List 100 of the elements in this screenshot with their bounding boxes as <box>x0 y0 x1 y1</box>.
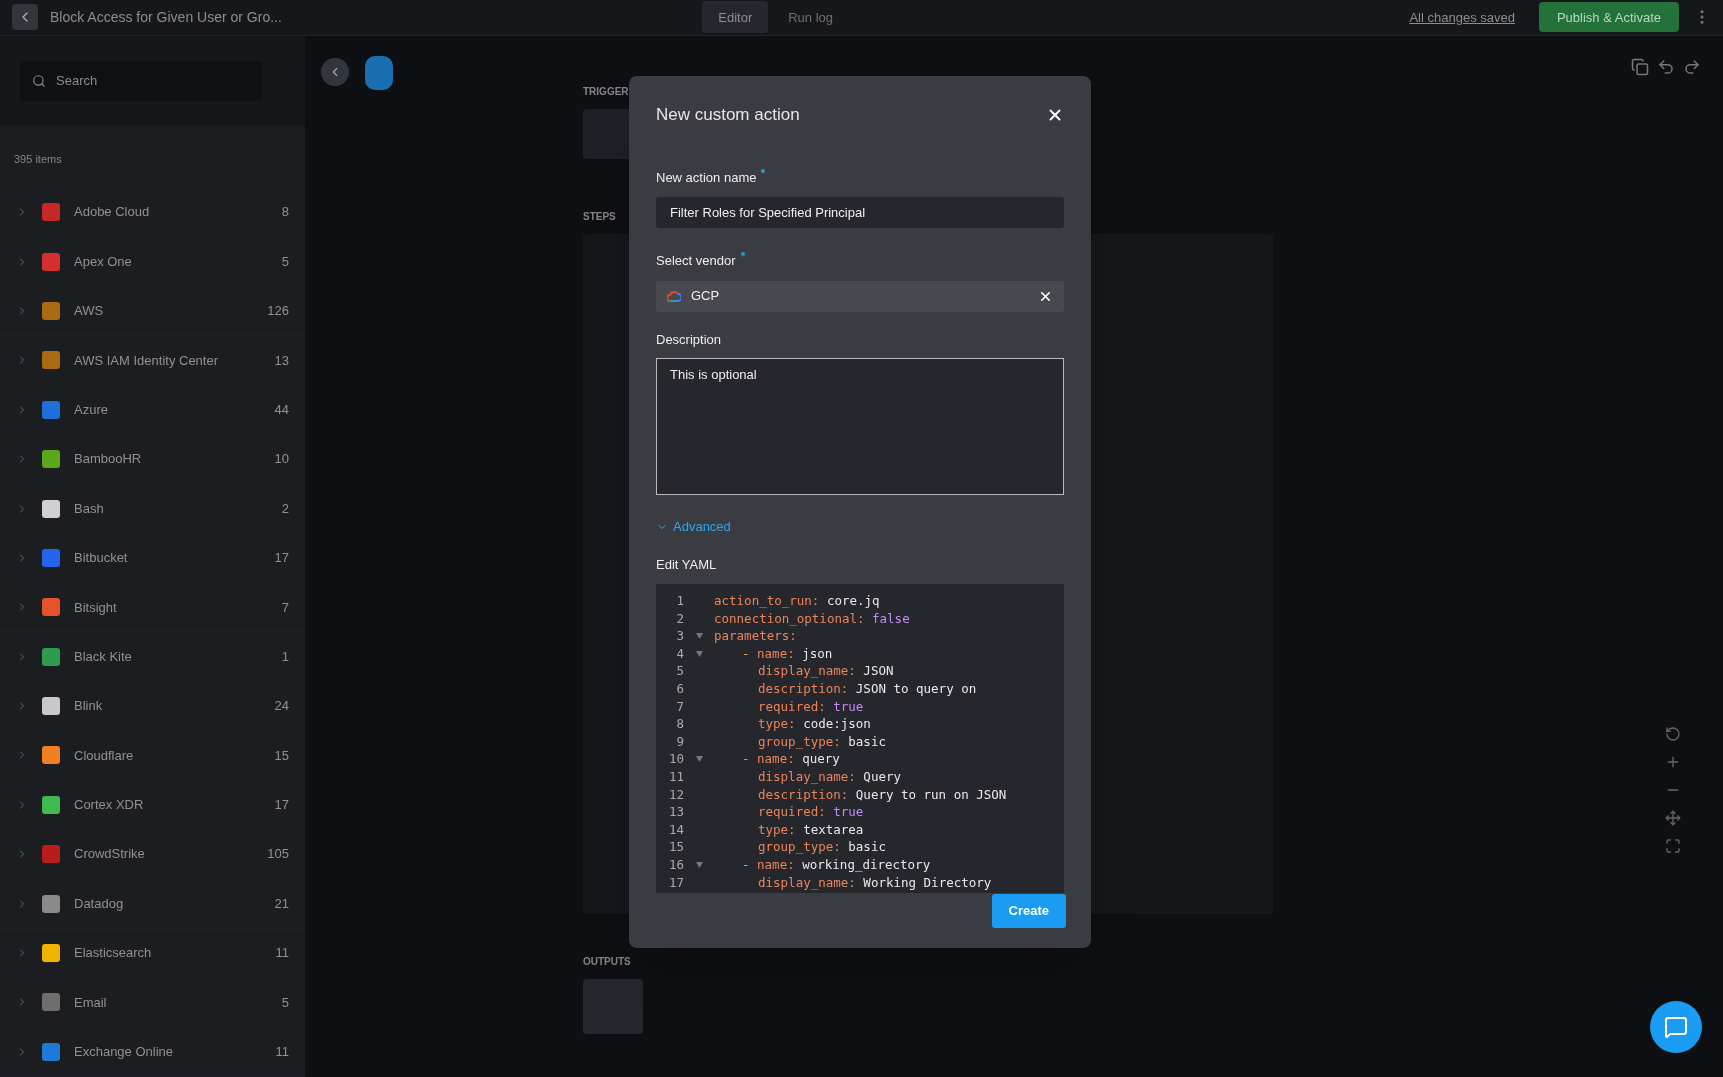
vendor-count: 5 <box>281 993 289 1012</box>
vendor-list-item[interactable]: CrowdStrike 105 <box>0 830 305 880</box>
vendor-name: Exchange Online <box>74 1043 173 1062</box>
publish-button[interactable]: Publish & Activate <box>1538 2 1679 33</box>
vendor-count: 17 <box>274 796 289 815</box>
code-line: display_name: JSON <box>758 662 894 680</box>
vendor-list-item[interactable]: Cortex XDR 17 <box>0 780 305 831</box>
code-line: description: JSON to query on <box>758 679 977 698</box>
fold-icon[interactable] <box>695 756 703 763</box>
vendor-list-item[interactable]: Bash 2 <box>0 484 305 534</box>
undo-icon[interactable] <box>1657 57 1675 76</box>
code-line: parameters: <box>714 627 797 645</box>
vendor-select[interactable]: GCP <box>656 280 1064 312</box>
outputs-card <box>583 978 643 1034</box>
vendor-name: Cortex XDR <box>74 796 144 815</box>
pan-icon[interactable] <box>1665 809 1681 826</box>
vendor-count: 21 <box>274 894 289 913</box>
node-button[interactable] <box>365 55 393 90</box>
vendor-name: Elasticsearch <box>74 944 152 963</box>
vendor-list-item[interactable]: Exchange Online 11 <box>0 1027 305 1077</box>
vendor-name: Bitbucket <box>74 549 128 568</box>
line-number: 14 <box>667 820 684 839</box>
code-line: connection_optional: false <box>714 609 910 628</box>
back-button[interactable] <box>12 4 38 31</box>
code-line: - name: working_directory <box>742 855 931 874</box>
vendor-name: Azure <box>74 400 108 419</box>
vendor-list-item[interactable]: BambooHR 10 <box>0 434 305 485</box>
fold-icon[interactable] <box>695 633 703 639</box>
line-number: 5 <box>675 662 684 680</box>
fold-icon[interactable] <box>695 650 703 657</box>
action-name-field[interactable]: Filter Roles for Specified Principal <box>656 197 1064 228</box>
search-field[interactable]: Search <box>20 60 262 101</box>
vendor-list-item[interactable]: Bitbucket 17 <box>0 533 305 584</box>
section-label: TRIGGER <box>583 84 629 99</box>
vendor-list-item[interactable]: Apex One 5 <box>0 237 305 287</box>
vendor-list-item[interactable]: Black Kite 1 <box>0 632 305 682</box>
reset-icon[interactable] <box>1665 725 1681 742</box>
line-number: 2 <box>675 609 684 628</box>
vendor-name: Email <box>74 993 107 1012</box>
vendor-list-item[interactable]: Elasticsearch 11 <box>0 928 305 979</box>
code-line: description: Query to run on JSON <box>758 785 1007 804</box>
vendor-count: 5 <box>281 252 289 271</box>
vendor-list-item[interactable]: Adobe Cloud 8 <box>0 187 305 238</box>
line-number: 4 <box>675 644 684 663</box>
field-label: New action name <box>656 168 757 187</box>
fold-icon[interactable] <box>695 861 703 868</box>
cloud-icon <box>667 290 681 302</box>
tab[interactable]: Editor <box>702 1 769 34</box>
fit-icon[interactable] <box>1665 837 1681 854</box>
vendor-name: AWS IAM Identity Center <box>74 351 218 370</box>
field-label: Select vendor <box>656 252 736 270</box>
code-line: type: code:json <box>758 715 871 733</box>
description-field[interactable]: This is optional <box>656 358 1064 495</box>
field-label: Edit YAML <box>656 555 718 574</box>
vendor-list-item[interactable]: AWS IAM Identity Center 13 <box>0 336 305 386</box>
tab[interactable]: Run log <box>772 1 850 34</box>
code-line: action_to_run: core.jq <box>714 592 880 610</box>
vendor-name: Apex One <box>74 252 132 271</box>
create-button[interactable]: Create <box>991 894 1066 929</box>
vendor-list-item[interactable]: Cloudflare 15 <box>0 731 305 781</box>
line-number: 9 <box>675 732 684 751</box>
code-line: group_type: basic <box>758 732 886 751</box>
code-line: group_type: basic <box>758 838 886 856</box>
line-number: 17 <box>667 873 684 892</box>
redo-icon[interactable] <box>1683 57 1701 76</box>
vendor-name: BambooHR <box>74 450 142 469</box>
code-line: required: true <box>758 803 864 821</box>
chat-icon <box>1664 1015 1688 1039</box>
workflow-title: Block Access for Given User or Gro... <box>50 8 282 27</box>
vendor-count: 126 <box>267 302 289 321</box>
code-line: required: true <box>758 697 864 716</box>
item-count: 395 items <box>14 152 62 165</box>
vendor-list-item[interactable]: Blink 24 <box>0 681 305 732</box>
vendor-count: 24 <box>274 697 289 716</box>
vendor-count: 105 <box>267 845 289 864</box>
vendor-list-item[interactable]: Bitsight 7 <box>0 583 305 633</box>
line-number: 6 <box>675 679 684 698</box>
vendor-name: AWS <box>74 302 104 321</box>
vendor-count: 8 <box>281 203 289 222</box>
vendor-name: Black Kite <box>74 647 132 666</box>
vendor-list-item[interactable]: AWS 126 <box>0 286 305 337</box>
yaml-editor[interactable] <box>656 584 1064 894</box>
line-number: 10 <box>667 750 684 768</box>
vendor-count: 13 <box>274 351 289 370</box>
vendor-name: Blink <box>74 697 103 716</box>
vendor-count: 15 <box>274 746 289 765</box>
copy-icon[interactable] <box>1631 57 1649 76</box>
vendor-name: Datadog <box>74 894 124 913</box>
field-label: Description <box>656 330 723 349</box>
code-line: type: textarea <box>758 820 864 839</box>
advanced-toggle[interactable]: Advanced <box>656 517 731 537</box>
save-status-link[interactable]: All changes saved <box>1409 7 1515 28</box>
vendor-list-item[interactable]: Datadog 21 <box>0 879 305 929</box>
vendor-list-item[interactable]: Email 5 <box>0 978 305 1028</box>
vendor-list-item[interactable]: Azure 44 <box>0 385 305 435</box>
dialog-title: New custom action <box>656 104 800 126</box>
collapse-button[interactable] <box>321 57 349 86</box>
code-line: display_name: Query <box>758 767 901 786</box>
search-icon <box>32 73 46 88</box>
line-number: 3 <box>675 627 684 645</box>
